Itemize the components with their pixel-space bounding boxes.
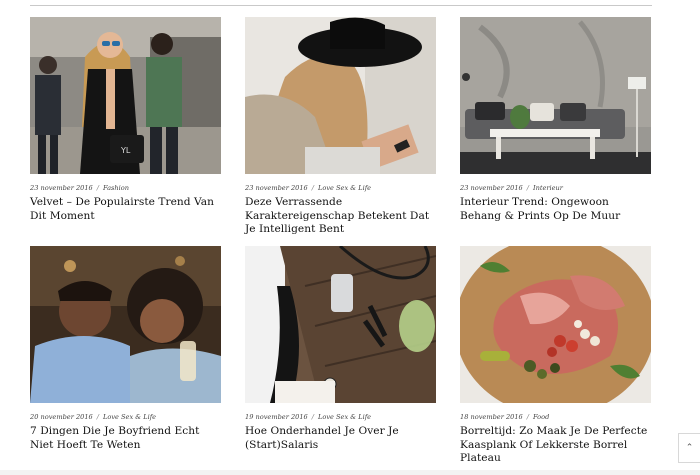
article-category[interactable]: Interieur [533,184,563,192]
article-title[interactable]: 7 Dingen Die Je Boyfriend Echt Niet Hoef… [30,425,221,452]
meta-separator: / [526,184,529,192]
article-category[interactable]: Fashion [103,184,129,192]
article-meta: 20 november 2016/ Love Sex & Life [30,413,221,421]
article-title[interactable]: Interieur Trend: Ongewoon Behang & Print… [460,196,651,223]
article-title[interactable]: Hoe Onderhandel Je Over Je (Start)Salari… [245,425,436,452]
article-meta: 19 november 2016/ Love Sex & Life [245,413,436,421]
desk-flatlay-photo [245,246,436,403]
article-date: 23 november 2016 [460,184,523,192]
living-room-photo [460,17,651,174]
svg-text:YL: YL [120,146,131,155]
article-meta: 23 november 2016/ Fashion [30,184,221,192]
couple-laughing-photo [30,246,221,403]
article-category[interactable]: Love Sex & Life [318,413,371,421]
article-date: 19 november 2016 [245,413,308,421]
article-category[interactable]: Love Sex & Life [318,184,371,192]
article-thumbnail[interactable] [245,17,436,174]
chevron-up-icon: ⌃ [685,443,694,453]
meta-separator: / [96,184,99,192]
article-title[interactable]: Deze Verrassende Karaktereigenschap Bete… [245,196,436,237]
meta-separator: / [526,413,529,421]
article-title[interactable]: Velvet – De Populairste Trend Van Dit Mo… [30,196,221,223]
article-card[interactable]: 23 november 2016/ Love Sex & Life Deze Ve… [245,17,436,237]
top-divider [30,5,652,6]
article-thumbnail[interactable]: YL [30,17,221,174]
meta-separator: / [311,184,314,192]
woman-hat-phone-photo [245,17,436,174]
article-thumbnail[interactable] [460,246,651,403]
article-date: 20 november 2016 [30,413,93,421]
article-thumbnail[interactable] [460,17,651,174]
article-card[interactable]: 19 november 2016/ Love Sex & Life Hoe Ond… [245,246,436,452]
scroll-to-top-button[interactable]: ⌃ [678,433,700,463]
charcuterie-board-photo [460,246,651,403]
article-card[interactable]: YL 23 november 2016/ Fashion Velvet – De … [30,17,221,223]
article-card[interactable]: 18 november 2016/ Food Borreltijd: Zo Maa… [460,246,651,466]
meta-separator: / [311,413,314,421]
article-category[interactable]: Love Sex & Life [103,413,156,421]
page-bottom-strip [0,470,700,475]
article-date: 18 november 2016 [460,413,523,421]
article-card[interactable]: 20 november 2016/ Love Sex & Life 7 Dinge… [30,246,221,452]
article-meta: 23 november 2016/ Interieur [460,184,651,192]
article-thumbnail[interactable] [30,246,221,403]
article-meta: 23 november 2016/ Love Sex & Life [245,184,436,192]
article-meta: 18 november 2016/ Food [460,413,651,421]
article-card[interactable]: 23 november 2016/ Interieur Interieur Tre… [460,17,651,223]
article-date: 23 november 2016 [30,184,93,192]
article-thumbnail[interactable] [245,246,436,403]
article-title[interactable]: Borreltijd: Zo Maak Je De Perfecte Kaasp… [460,425,651,466]
street-style-photo: YL [30,17,221,174]
article-date: 23 november 2016 [245,184,308,192]
meta-separator: / [96,413,99,421]
article-category[interactable]: Food [533,413,549,421]
